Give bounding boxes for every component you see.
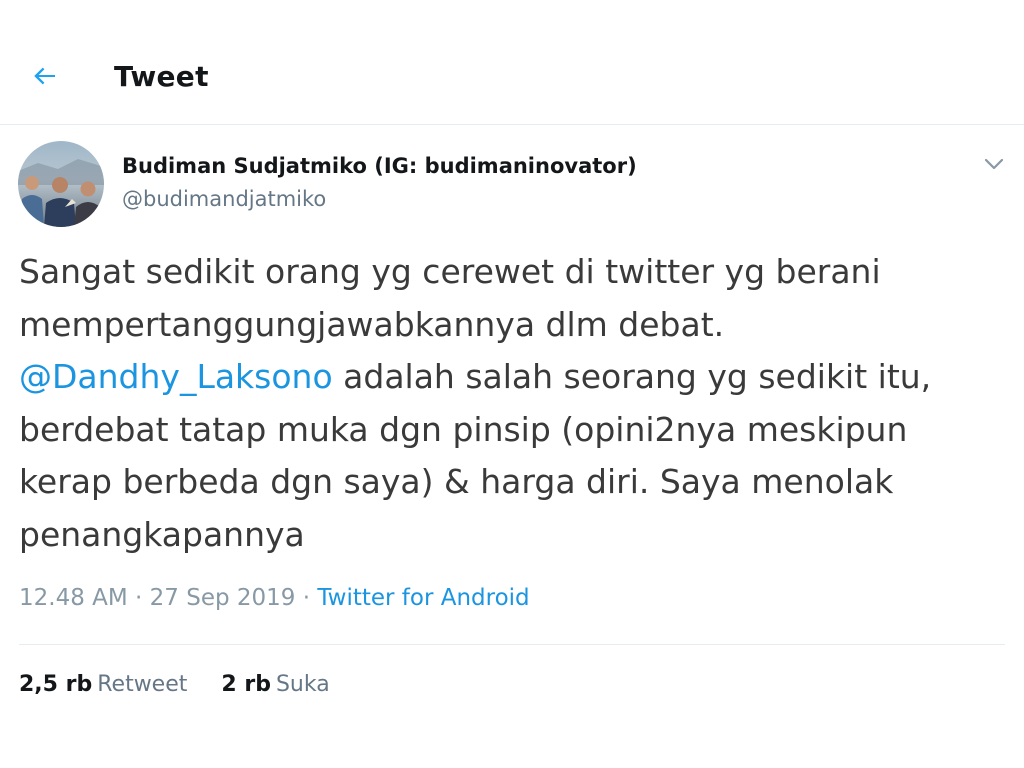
tweet-line-text: adalah salah seorang yg sedikit itu, [332, 357, 932, 396]
back-button[interactable] [22, 56, 68, 96]
profile-photo [18, 141, 104, 227]
page-header: Tweet [0, 0, 1024, 125]
retweets-stat[interactable]: 2,5 rb Retweet [19, 672, 187, 697]
tweet-time[interactable]: 12.48 AM [19, 585, 128, 611]
tweet-line: Sangat sedikit orang yg cerewet di twitt… [19, 252, 881, 291]
chevron-down-icon [984, 158, 1004, 170]
retweets-count: 2,5 rb [19, 672, 93, 697]
mention-link[interactable]: @Dandhy_Laksono [19, 357, 333, 396]
meta-separator: · [127, 585, 150, 611]
tweet-text: Sangat sedikit orang yg cerewet di twitt… [19, 246, 1009, 561]
tweet-line: mempertanggungjawabkannya dlm debat. [19, 304, 725, 344]
tweet-date[interactable]: 27 Sep 2019 [150, 585, 296, 611]
tweet-page: Tweet Budiman Sudjatmiko (IG: budimanino… [0, 0, 1024, 768]
meta-separator: · [295, 585, 318, 611]
tweet-source-link[interactable]: Twitter for Android [317, 585, 529, 611]
tweet-line: penangkapannya [19, 514, 305, 554]
author-name[interactable]: Budiman Sudjatmiko (IG: budimaninovator) [122, 154, 637, 178]
tweet-meta: 12.48 AM · 27 Sep 2019 · Twitter for And… [19, 585, 530, 611]
tweet-line: kerap berbeda dgn saya) & harga diri. Sa… [19, 462, 894, 501]
page-title: Tweet [114, 60, 209, 93]
avatar[interactable] [18, 141, 104, 227]
tweet-menu-button[interactable] [978, 150, 1010, 178]
likes-stat[interactable]: 2 rb Suka [221, 672, 329, 697]
retweets-label: Retweet [97, 672, 188, 697]
arrow-left-icon [34, 67, 55, 85]
tweet-line: berdebat tatap muka dgn pinsip (opini2ny… [19, 409, 908, 449]
likes-count: 2 rb [221, 672, 271, 697]
tweet-line: @Dandhy_Laksono adalah salah seorang yg … [19, 351, 1009, 404]
divider [19, 644, 1005, 645]
author-handle[interactable]: @budimandjatmiko [122, 187, 326, 211]
likes-label: Suka [275, 672, 330, 697]
tweet-stats: 2,5 rb Retweet 2 rb Suka [19, 672, 330, 697]
